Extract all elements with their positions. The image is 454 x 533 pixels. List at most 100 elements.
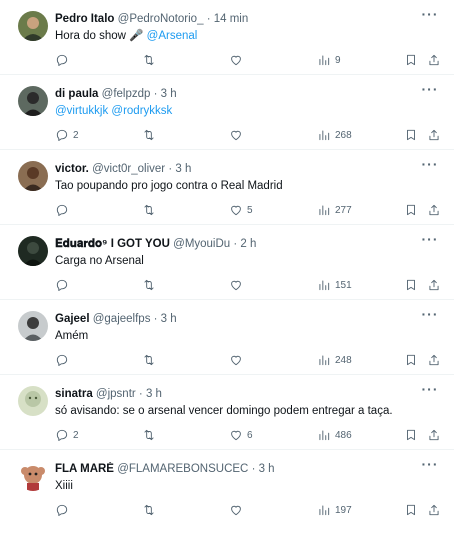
tweet-header: di paula @felpzdp · 3 h xyxy=(55,87,414,101)
bookmark-icon xyxy=(407,354,415,366)
tweet-time[interactable]: · 2 h xyxy=(233,238,256,250)
more-icon[interactable]: ··· xyxy=(420,82,440,98)
display-name[interactable]: 𝐄𝐝𝐮𝐚𝐫𝐝𝐨⁹ I GOT YOU xyxy=(55,238,170,250)
more-icon[interactable]: ··· xyxy=(420,307,440,323)
like-button[interactable] xyxy=(229,352,247,368)
views-button[interactable]: 151 xyxy=(317,277,352,293)
views-chart-icon xyxy=(319,430,330,441)
tweet[interactable]: di paula @felpzdp · 3 h ··· @virtukkjk @… xyxy=(0,75,454,150)
views-chart-icon xyxy=(319,55,330,66)
more-icon[interactable]: ··· xyxy=(420,157,440,173)
user-handle[interactable]: @MyouiDu xyxy=(173,238,230,250)
reply-button[interactable] xyxy=(55,202,73,218)
more-icon[interactable]: ··· xyxy=(420,457,440,473)
share-button[interactable] xyxy=(427,277,441,293)
share-button[interactable] xyxy=(427,202,441,218)
bookmark-icon xyxy=(407,504,415,516)
display-name[interactable]: victor. xyxy=(55,163,89,175)
bookmark-button[interactable] xyxy=(404,277,418,293)
more-icon[interactable]: ··· xyxy=(420,232,440,248)
reply-button[interactable] xyxy=(55,52,73,68)
reply-icon xyxy=(56,354,68,367)
like-count: 5 xyxy=(247,204,253,216)
bookmark-button[interactable] xyxy=(404,352,418,368)
user-handle[interactable]: @FLAMAREBONSUCEC xyxy=(117,463,248,475)
like-button[interactable]: 5 xyxy=(229,202,253,218)
reply-button[interactable]: 2 xyxy=(55,427,79,443)
tweet[interactable]: victor. @vict0r_oliver · 3 h ··· Tao pou… xyxy=(0,150,454,225)
tweet[interactable]: sinatra @jpsntr · 3 h ··· só avisando: s… xyxy=(0,375,454,450)
reply-button[interactable] xyxy=(55,502,73,518)
tweet[interactable]: Gajeel @gajeelfps · 3 h ··· Amém 248 xyxy=(0,300,454,375)
reply-button[interactable] xyxy=(55,352,73,368)
retweet-button[interactable] xyxy=(142,202,160,218)
tweet[interactable]: Pedro Italo @PedroNotorio_ · 14 min ··· … xyxy=(0,0,454,75)
like-button[interactable] xyxy=(229,52,247,68)
user-handle[interactable]: @felpzdp xyxy=(102,88,151,100)
views-button[interactable]: 268 xyxy=(317,127,352,143)
bookmark-button[interactable] xyxy=(404,127,418,143)
avatar[interactable] xyxy=(18,311,48,341)
views-button[interactable]: 9 xyxy=(317,52,341,68)
tweet-header: victor. @vict0r_oliver · 3 h xyxy=(55,162,414,176)
reply-count: 2 xyxy=(73,129,79,141)
more-icon[interactable]: ··· xyxy=(420,382,440,398)
retweet-button[interactable] xyxy=(142,277,160,293)
display-name[interactable]: sinatra xyxy=(55,388,93,400)
user-handle[interactable]: @gajeelfps xyxy=(93,313,151,325)
bookmark-button[interactable] xyxy=(404,52,418,68)
like-button[interactable]: 6 xyxy=(229,427,253,443)
bookmark-button[interactable] xyxy=(404,427,418,443)
tweet[interactable]: FLA MARÉ @FLAMAREBONSUCEC · 3 h ··· Xiii… xyxy=(0,450,454,525)
display-name[interactable]: Gajeel xyxy=(55,313,90,325)
user-handle[interactable]: @vict0r_oliver xyxy=(92,163,165,175)
tweet-time[interactable]: · 14 min xyxy=(207,13,249,25)
retweet-button[interactable] xyxy=(142,427,160,443)
tweet-time[interactable]: · 3 h xyxy=(139,388,162,400)
view-count: 277 xyxy=(335,204,352,216)
share-button[interactable] xyxy=(427,427,441,443)
retweet-button[interactable] xyxy=(142,352,160,368)
retweet-button[interactable] xyxy=(142,502,160,518)
avatar[interactable] xyxy=(18,461,48,491)
views-button[interactable]: 277 xyxy=(317,202,352,218)
avatar[interactable] xyxy=(18,161,48,191)
reply-count: 2 xyxy=(73,429,79,441)
mention-link[interactable]: @virtukkjk @rodrykksk xyxy=(55,105,172,117)
user-handle[interactable]: @jpsntr xyxy=(96,388,136,400)
views-button[interactable]: 486 xyxy=(317,427,352,443)
views-button[interactable]: 197 xyxy=(317,502,352,518)
share-button[interactable] xyxy=(427,52,441,68)
more-icon[interactable]: ··· xyxy=(420,7,440,23)
tweet-time[interactable]: · 3 h xyxy=(154,313,177,325)
tweet-header: FLA MARÉ @FLAMAREBONSUCEC · 3 h xyxy=(55,462,414,476)
display-name[interactable]: FLA MARÉ xyxy=(55,463,114,475)
avatar[interactable] xyxy=(18,86,48,116)
mention-link[interactable]: @Arsenal xyxy=(147,30,198,42)
avatar[interactable] xyxy=(18,11,48,41)
share-button[interactable] xyxy=(427,352,441,368)
like-button[interactable] xyxy=(229,127,247,143)
tweet-time[interactable]: · 3 h xyxy=(168,163,191,175)
reply-button[interactable]: 2 xyxy=(55,127,79,143)
like-button[interactable] xyxy=(229,502,247,518)
like-button[interactable] xyxy=(229,277,247,293)
share-button[interactable] xyxy=(427,127,441,143)
display-name[interactable]: Pedro Italo xyxy=(55,13,114,25)
avatar[interactable] xyxy=(18,386,48,416)
views-button[interactable]: 248 xyxy=(317,352,352,368)
reply-button[interactable] xyxy=(55,277,73,293)
bookmark-icon xyxy=(407,204,415,216)
share-button[interactable] xyxy=(427,502,441,518)
tweet[interactable]: 𝐄𝐝𝐮𝐚𝐫𝐝𝐨⁹ I GOT YOU @MyouiDu · 2 h ··· Ca… xyxy=(0,225,454,300)
retweet-button[interactable] xyxy=(142,127,160,143)
bookmark-button[interactable] xyxy=(404,502,418,518)
retweet-button[interactable] xyxy=(142,52,160,68)
avatar[interactable] xyxy=(18,236,48,266)
tweet-time[interactable]: · 3 h xyxy=(154,88,177,100)
display-name[interactable]: di paula xyxy=(55,88,98,100)
view-count: 486 xyxy=(335,429,352,441)
user-handle[interactable]: @PedroNotorio_ xyxy=(118,13,204,25)
tweet-time[interactable]: · 3 h xyxy=(252,463,275,475)
bookmark-button[interactable] xyxy=(404,202,418,218)
